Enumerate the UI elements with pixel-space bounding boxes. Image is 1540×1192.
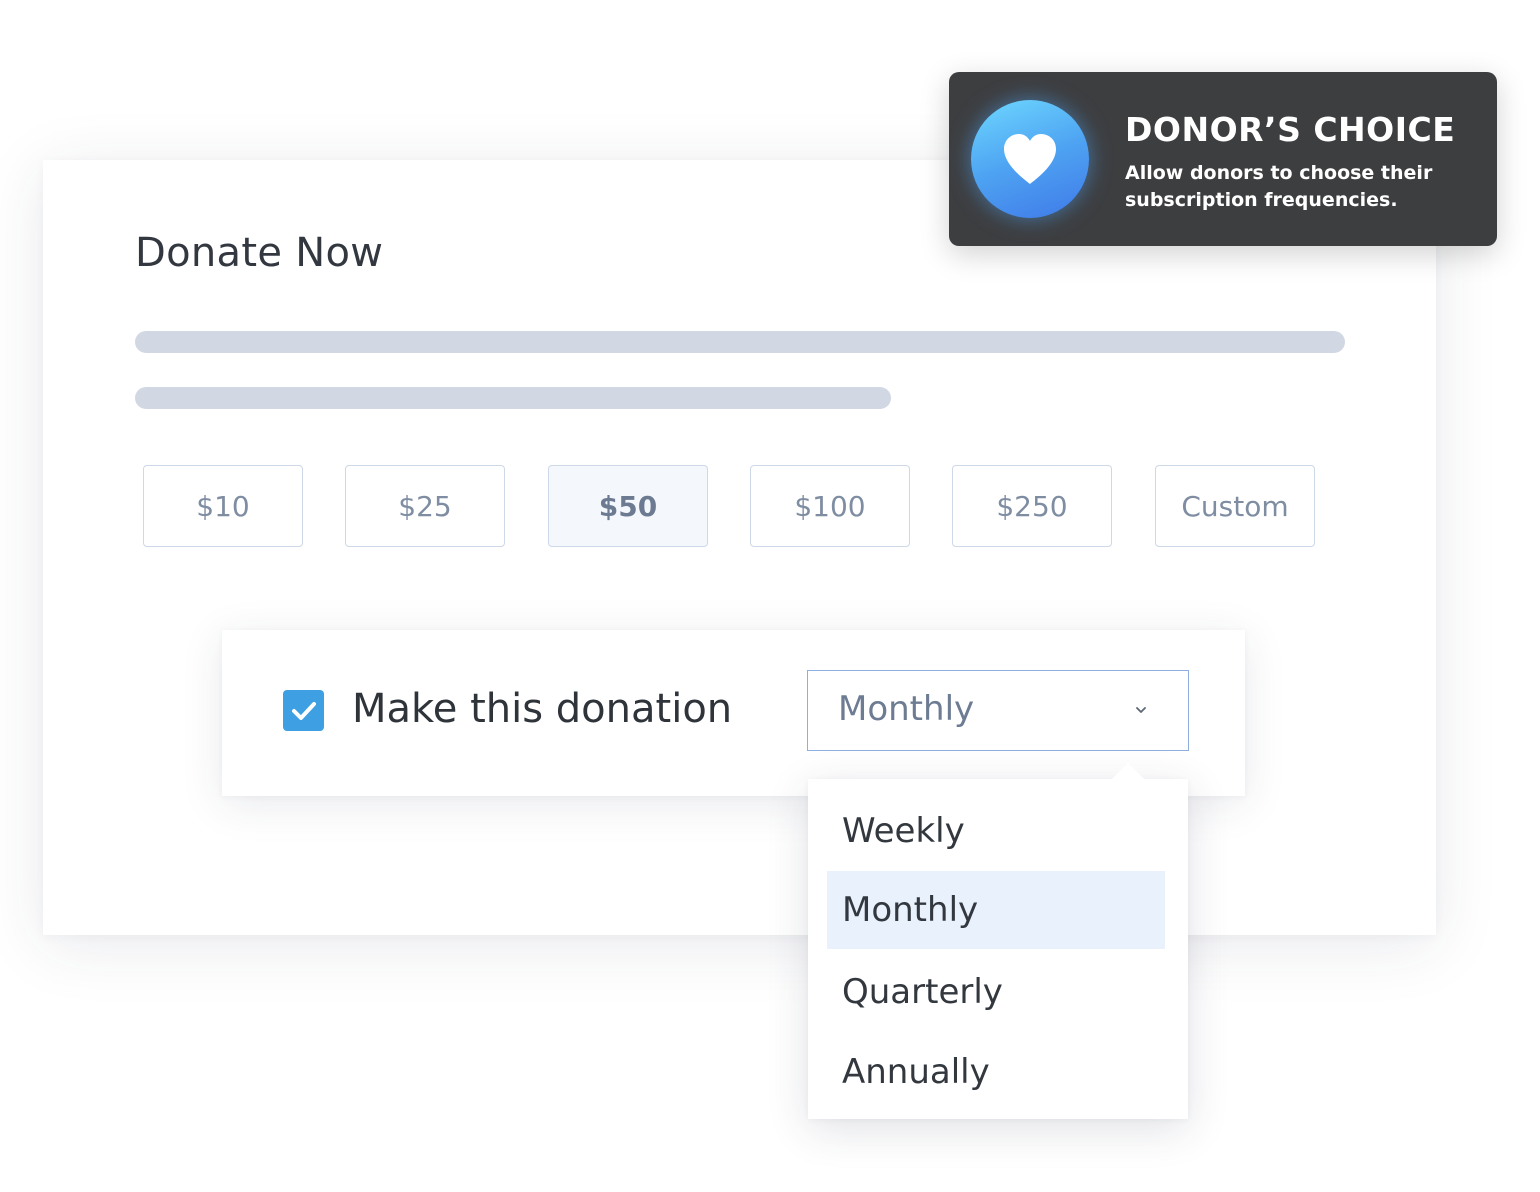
- amount-button-250[interactable]: $250: [952, 465, 1112, 547]
- recurring-donation-bar: Make this donation Monthly: [222, 630, 1245, 796]
- callout-description: Allow donors to choose their subscriptio…: [1125, 162, 1433, 211]
- frequency-selected-value: Monthly: [838, 689, 975, 729]
- frequency-select[interactable]: Monthly: [807, 670, 1189, 751]
- donate-card: Donate Now $10 $25 $50 $100 $250 Custom: [43, 160, 1436, 935]
- placeholder-text-line: [135, 387, 891, 409]
- frequency-option-annually[interactable]: Annually: [827, 1033, 1165, 1111]
- amount-button-50[interactable]: $50: [548, 465, 708, 547]
- amount-button-100[interactable]: $100: [750, 465, 910, 547]
- recurring-label: Make this donation: [352, 686, 733, 732]
- frequency-option-quarterly[interactable]: Quarterly: [827, 953, 1165, 1031]
- frequency-dropdown-menu: Weekly Monthly Quarterly Annually: [808, 763, 1188, 1119]
- heart-badge: [971, 100, 1089, 218]
- amount-button-10[interactable]: $10: [143, 465, 303, 547]
- chevron-down-icon: [1136, 707, 1146, 713]
- heart-icon: [1004, 134, 1056, 184]
- placeholder-text-line: [135, 331, 1345, 353]
- page-title: Donate Now: [135, 230, 384, 276]
- amount-button-25[interactable]: $25: [345, 465, 505, 547]
- callout-title: DONOR’S CHOICE: [1125, 110, 1456, 149]
- dropdown-caret: [1112, 763, 1144, 779]
- checkmark-icon: [291, 701, 316, 720]
- frequency-option-monthly[interactable]: Monthly: [827, 871, 1165, 949]
- amount-button-custom[interactable]: Custom: [1155, 465, 1315, 547]
- stage: Donate Now $10 $25 $50 $100 $250 Custom …: [0, 0, 1540, 1192]
- recurring-checkbox[interactable]: [283, 690, 324, 731]
- feature-callout: DONOR’S CHOICE Allow donors to choose th…: [949, 72, 1497, 246]
- frequency-option-weekly[interactable]: Weekly: [827, 792, 1165, 870]
